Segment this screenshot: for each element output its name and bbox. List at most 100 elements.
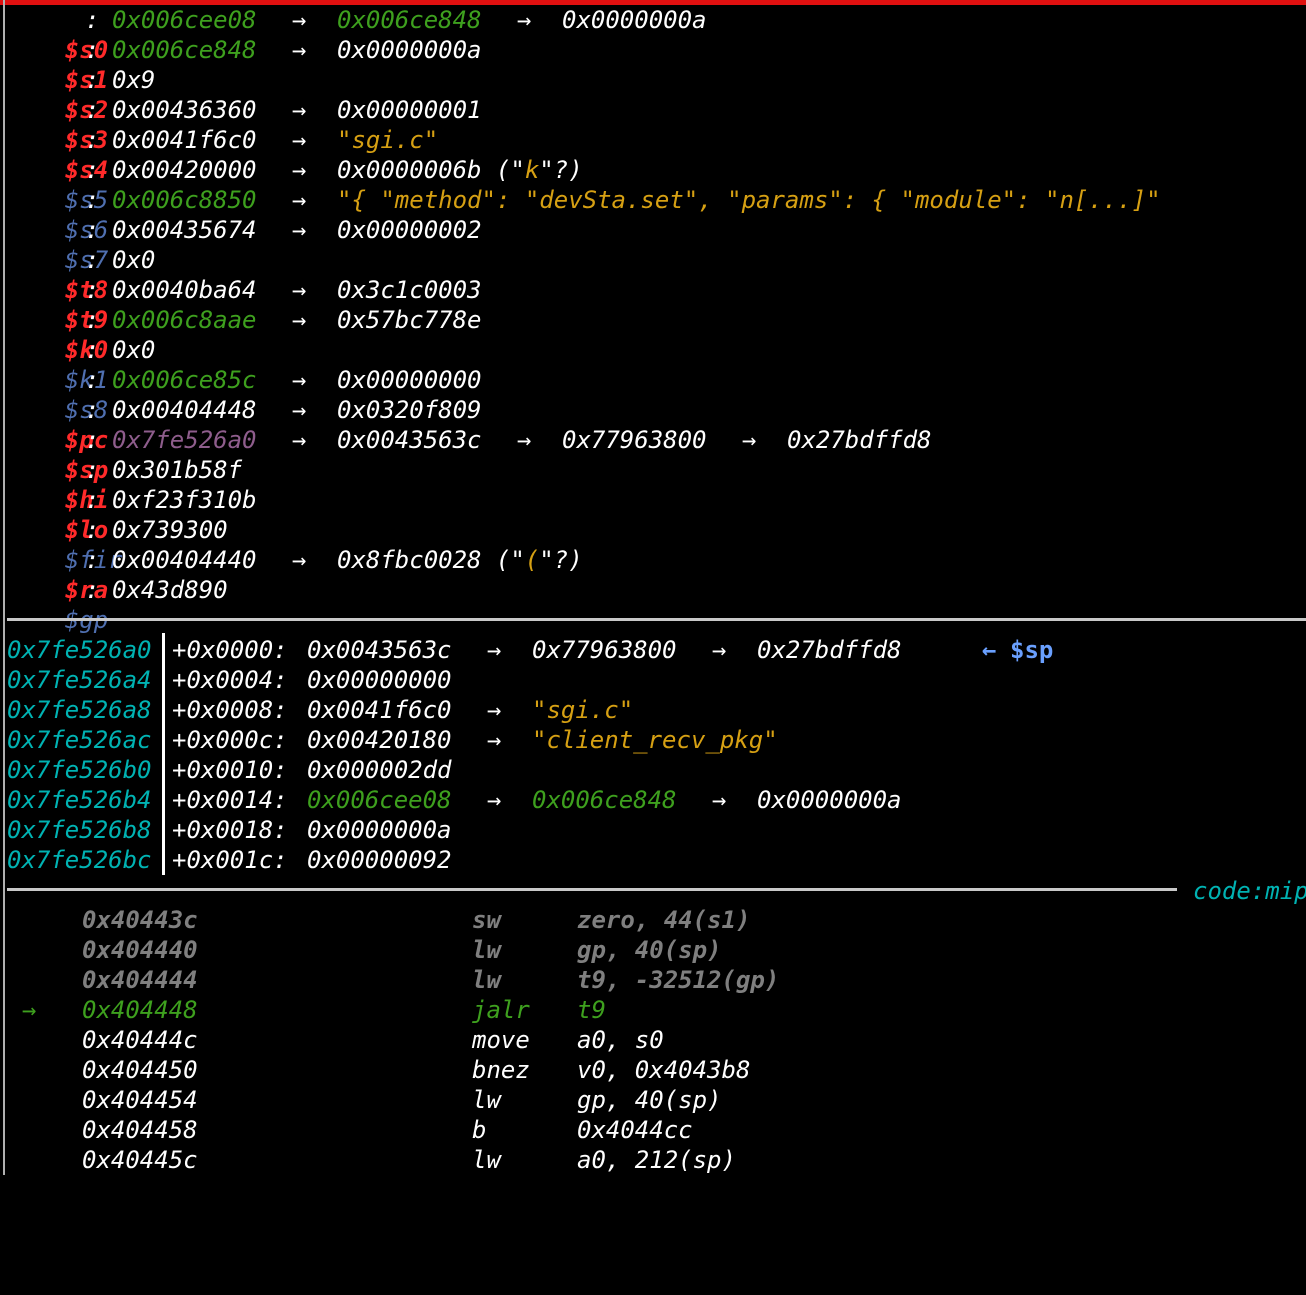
pointer-arrow-icon: → bbox=[292, 306, 307, 334]
register-value: 0xf23f310b bbox=[112, 486, 257, 514]
deref-string: "client_recv_pkg" bbox=[532, 726, 778, 754]
stack-offset: +0x0004: bbox=[172, 666, 288, 694]
pointer-arrow-icon: → bbox=[292, 276, 307, 304]
stack-address: 0x7fe526a8 bbox=[7, 696, 152, 724]
stack-offset: +0x0008: bbox=[172, 696, 288, 724]
instruction-operands: gp, 40(sp) bbox=[577, 1086, 722, 1114]
register-row-s2: $s2 : 0x9 bbox=[7, 65, 156, 124]
pointer-arrow-icon: → bbox=[487, 696, 502, 724]
register-separator: : bbox=[85, 186, 100, 214]
stack-offset: +0x000c: bbox=[172, 726, 288, 754]
pointer-arrow-icon: → bbox=[712, 636, 727, 664]
stack-row: 0x7fe526b8 +0x0018: 0x0000000a bbox=[7, 815, 452, 845]
register-value: 0x7fe526a0 bbox=[112, 426, 257, 454]
pointer-arrow-icon: → bbox=[292, 186, 307, 214]
stack-address: 0x7fe526a4 bbox=[7, 666, 152, 694]
stack-row: 0x7fe526ac +0x000c: 0x00420180 → "client… bbox=[7, 725, 778, 755]
register-value: 0x00435674 bbox=[112, 216, 257, 244]
register-separator: : bbox=[85, 96, 100, 124]
instruction-operands: t9 bbox=[577, 996, 606, 1024]
register-row-lo: $lo : 0xf23f310b bbox=[7, 485, 257, 544]
register-value: 0x00404448 bbox=[112, 396, 257, 424]
stack-value: 0x006cee08 bbox=[307, 786, 452, 814]
deref-value: 0x3c1c0003 bbox=[337, 276, 482, 304]
register-separator: : bbox=[85, 216, 100, 244]
pointer-arrow-icon: → bbox=[292, 366, 307, 394]
instruction-row: 0x40445c lw a0, 212(sp) bbox=[7, 1145, 736, 1175]
stack-row: 0x7fe526a8 +0x0008: 0x0041f6c0 → "sgi.c" bbox=[7, 695, 633, 725]
stack-row: 0x7fe526a4 +0x0004: 0x00000000 bbox=[7, 665, 452, 695]
stack-row: 0x7fe526b4 +0x0014: 0x006cee08 → 0x006ce… bbox=[7, 785, 902, 815]
deref-value: 0x77963800 bbox=[532, 636, 677, 664]
deref-char-open: 0x0000006b (" bbox=[337, 156, 525, 184]
section-divider-stack bbox=[7, 618, 1306, 621]
stack-value: 0x0000000a bbox=[307, 816, 452, 844]
register-separator: : bbox=[85, 66, 100, 94]
register-row-s7: $s7 : 0x00435674 → 0x00000002 bbox=[7, 215, 482, 274]
instruction-address: 0x404450 bbox=[82, 1056, 198, 1084]
register-value: 0x9 bbox=[112, 66, 156, 94]
deref-char-close: "?) bbox=[539, 156, 583, 184]
stack-value: 0x0043563c bbox=[307, 636, 452, 664]
instruction-row: 0x404440 lw gp, 40(sp) bbox=[7, 935, 722, 965]
current-instruction-arrow-icon: → bbox=[22, 996, 37, 1024]
pointer-arrow-icon: → bbox=[487, 636, 502, 664]
stack-offset: +0x0010: bbox=[172, 756, 288, 784]
instruction-row: 0x404458 b 0x4044cc bbox=[7, 1115, 693, 1145]
pointer-arrow-icon: → bbox=[292, 36, 307, 64]
register-separator: : bbox=[85, 126, 100, 154]
deref-char-open: 0x8fbc0028 (" bbox=[337, 546, 525, 574]
register-separator: : bbox=[85, 426, 100, 454]
register-separator: : bbox=[85, 246, 100, 274]
pointer-arrow-icon: → bbox=[517, 426, 532, 454]
register-value: 0x006c8850 bbox=[112, 186, 257, 214]
instruction-row: 0x40444c move a0, s0 bbox=[7, 1025, 664, 1055]
register-row-s8: $s8 : 0x006ce85c → 0x00000000 bbox=[7, 365, 482, 424]
pointer-arrow-icon: → bbox=[517, 6, 532, 34]
register-value: 0x00436360 bbox=[112, 96, 257, 124]
stack-offset: +0x0014: bbox=[172, 786, 288, 814]
stack-address: 0x7fe526ac bbox=[7, 726, 152, 754]
instruction-mnemonic: move bbox=[472, 1026, 530, 1054]
instruction-operands: a0, 212(sp) bbox=[577, 1146, 736, 1174]
deref-char-close: "?) bbox=[539, 546, 583, 574]
pointer-arrow-icon: → bbox=[292, 156, 307, 184]
instruction-operands: zero, 44(s1) bbox=[577, 906, 751, 934]
register-value: 0x00420000 bbox=[112, 156, 257, 184]
stack-offset: +0x0018: bbox=[172, 816, 288, 844]
stack-address: 0x7fe526b4 bbox=[7, 786, 152, 814]
code-section-title: code:mip bbox=[1193, 877, 1306, 905]
instruction-operands: gp, 40(sp) bbox=[577, 936, 722, 964]
register-separator: : bbox=[85, 396, 100, 424]
deref-value: 0x006ce848 bbox=[337, 6, 482, 34]
stack-value: 0x00420180 bbox=[307, 726, 452, 754]
instruction-row: 0x404444 lw t9, -32512(gp) bbox=[7, 965, 779, 995]
register-value: 0x006cee08 bbox=[112, 6, 257, 34]
instruction-operands: a0, s0 bbox=[577, 1026, 664, 1054]
stack-address: 0x7fe526a0 bbox=[7, 636, 152, 664]
instruction-row: 0x404450 bnez v0, 0x4043b8 bbox=[7, 1055, 750, 1085]
instruction-operands: v0, 0x4043b8 bbox=[577, 1056, 751, 1084]
deref-value: 0x0000000a bbox=[337, 36, 482, 64]
register-separator: : bbox=[85, 156, 100, 184]
stack-value: 0x000002dd bbox=[307, 756, 452, 784]
register-row-pc: $pc : 0x00404448 → 0x0320f809 bbox=[7, 395, 482, 454]
stack-value: 0x00000092 bbox=[307, 846, 452, 874]
pointer-arrow-icon: → bbox=[292, 216, 307, 244]
register-value: 0x0040ba64 bbox=[112, 276, 257, 304]
deref-value: 0x77963800 bbox=[562, 426, 707, 454]
register-row-ra: $ra : 0x00404440 → 0x8fbc0028 ("("?) bbox=[7, 545, 583, 604]
register-row-t8: $t8 : 0x0 bbox=[7, 245, 156, 304]
register-row-fir: $fir : 0x739300 bbox=[7, 515, 228, 574]
register-separator: : bbox=[85, 336, 100, 364]
instruction-address: 0x404454 bbox=[82, 1086, 198, 1114]
register-value: 0x43d890 bbox=[112, 576, 228, 604]
instruction-mnemonic: b bbox=[472, 1116, 487, 1144]
stack-offset: +0x001c: bbox=[172, 846, 288, 874]
instruction-address: 0x404440 bbox=[82, 936, 198, 964]
register-row-s3: $s3 : 0x00436360 → 0x00000001 bbox=[7, 95, 482, 154]
instruction-address: 0x404458 bbox=[82, 1116, 198, 1144]
register-row-sp: $sp : 0x7fe526a0 → 0x0043563c → 0x779638… bbox=[7, 425, 932, 484]
register-separator: : bbox=[85, 276, 100, 304]
register-separator: : bbox=[85, 576, 100, 604]
